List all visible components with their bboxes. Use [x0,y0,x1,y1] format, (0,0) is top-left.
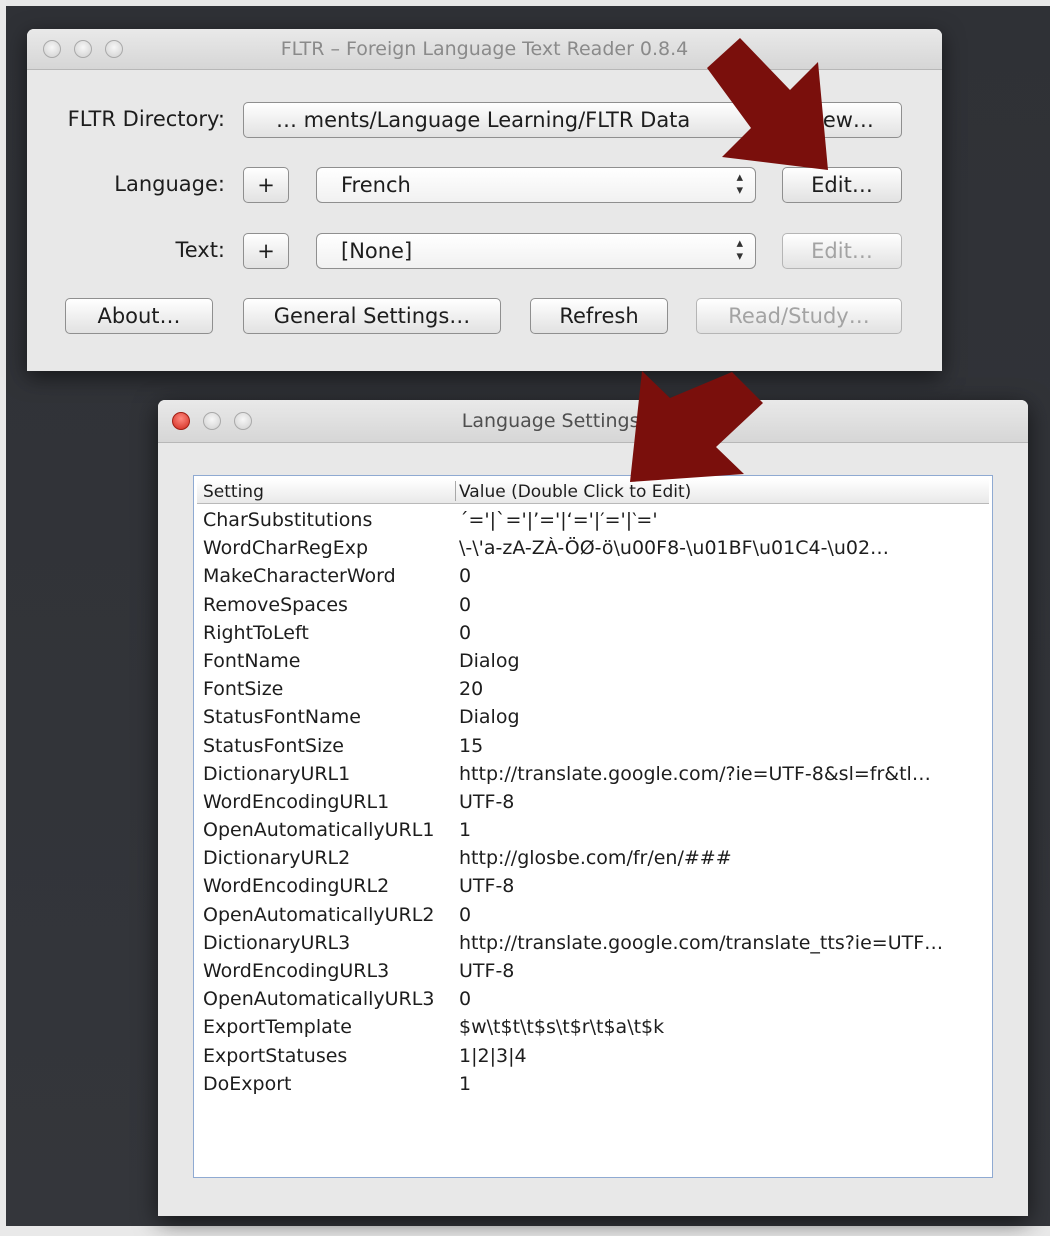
setting-name-cell: WordCharRegExp [203,537,369,560]
setting-name-cell: FontName [203,649,301,672]
setting-value-cell[interactable]: 0 [459,904,989,926]
table-row[interactable]: ExportTemplate $w\t$t\t$s\t$r\t$a\t$k [194,1014,992,1042]
setting-name-cell: WordEncodingURL2 [203,875,390,898]
table-row[interactable]: StatusFontSize 15 [194,733,992,761]
language-select[interactable]: French ▴ ▾ [316,167,756,203]
language-label: Language: [114,172,225,196]
select-arrows-icon: ▴ ▾ [736,170,743,198]
view-button[interactable]: View… [775,102,902,138]
setting-value-cell[interactable]: ´='|`='|’='|‘='|′='|‵=' [459,509,989,531]
table-row[interactable]: RemoveSpaces 0 [194,592,992,620]
language-settings-window: Language Settings – French Setting Value… [158,400,1028,1216]
setting-value-cell[interactable]: 0 [459,622,989,644]
setting-value-cell[interactable]: Dialog [459,706,989,728]
table-row[interactable]: OpenAutomaticallyURL3 0 [194,986,992,1014]
setting-value-cell[interactable]: http://translate.google.com/translate_tt… [459,932,989,954]
setting-value-cell[interactable]: Dialog [459,650,989,672]
setting-name-cell: ExportTemplate [203,1016,352,1039]
setting-value-cell[interactable]: 1|2|3|4 [459,1045,989,1067]
setting-name-cell: ExportStatuses [203,1044,348,1067]
window-title: Language Settings – French [461,410,725,432]
setting-name-cell: CharSubstitutions [203,509,373,531]
setting-name-cell: DictionaryURL2 [203,847,351,870]
text-select-value: [None] [341,239,413,263]
column-header-value[interactable]: Value (Double Click to Edit) [459,482,691,502]
setting-name-cell: MakeCharacterWord [203,565,396,588]
edit-language-button[interactable]: Edit… [782,167,902,203]
window-title: FLTR – Foreign Language Text Reader 0.8.… [280,38,689,60]
table-row[interactable]: CharSubstitutions ´='|`='|’='|‘='|′='|‵=' [194,507,992,535]
language-select-value: French [341,173,411,197]
setting-value-cell[interactable]: UTF-8 [459,960,989,982]
desktop-edge-bottom [0,1226,1050,1236]
setting-name-cell: WordEncodingURL1 [203,790,390,813]
setting-value-cell[interactable]: http://glosbe.com/fr/en/### [459,847,989,869]
column-header-setting[interactable]: Setting [203,482,264,502]
setting-name-cell: DictionaryURL3 [203,931,351,954]
setting-value-cell[interactable]: UTF-8 [459,791,989,813]
setting-name-cell: OpenAutomaticallyURL2 [203,903,435,926]
refresh-button[interactable]: Refresh [530,298,668,334]
table-row[interactable]: WordEncodingURL1 UTF-8 [194,789,992,817]
table-row[interactable]: DictionaryURL1 http://translate.google.co… [194,761,992,789]
table-row[interactable]: FontName Dialog [194,648,992,676]
setting-name-cell: DictionaryURL1 [203,762,351,785]
table-row[interactable]: FontSize 20 [194,676,992,704]
read-study-button[interactable]: Read/Study… [696,298,902,334]
table-row[interactable]: WordCharRegExp \-\'a-zA-ZÀ-ÖØ-ö\u00F8-\u0… [194,535,992,563]
table-row[interactable]: MakeCharacterWord 0 [194,563,992,591]
text-select[interactable]: [None] ▴ ▾ [316,233,756,269]
setting-value-cell[interactable]: 0 [459,988,989,1010]
add-language-button[interactable]: + [243,167,289,203]
setting-name-cell: OpenAutomaticallyURL1 [203,819,435,842]
setting-value-cell[interactable]: 20 [459,678,989,700]
setting-value-cell[interactable]: \-\'a-zA-ZÀ-ÖØ-ö\u00F8-\u01BF\u01C4-\u02… [459,537,989,559]
table-body: CharSubstitutions ´='|`='|’='|‘='|′='|‵='… [194,507,992,1099]
table-row[interactable]: RightToLeft 0 [194,620,992,648]
directory-label: FLTR Directory: [67,107,225,131]
text-label: Text: [175,238,225,262]
edit-text-button[interactable]: Edit… [782,233,902,269]
main-window-titlebar[interactable]: FLTR – Foreign Language Text Reader 0.8.… [27,29,942,70]
setting-name-cell: RightToLeft [203,621,309,644]
select-arrows-icon: ▴ ▾ [736,236,743,264]
setting-value-cell[interactable]: 0 [459,565,989,587]
setting-value-cell[interactable]: $w\t$t\t$s\t$r\t$a\t$k [459,1016,989,1038]
directory-button[interactable]: … ments/Language Learning/FLTR Data [243,102,771,138]
setting-name-cell: RemoveSpaces [203,593,348,616]
about-button[interactable]: About… [65,298,213,334]
table-row[interactable]: DictionaryURL2 http://glosbe.com/fr/en/##… [194,845,992,873]
table-row[interactable]: WordEncodingURL3 UTF-8 [194,958,992,986]
desktop-edge-left [0,0,6,1236]
setting-value-cell[interactable]: 0 [459,594,989,616]
table-row[interactable]: DoExport 1 [194,1071,992,1099]
table-header: Setting Value (Double Click to Edit) [197,479,989,504]
table-row[interactable]: OpenAutomaticallyURL1 1 [194,817,992,845]
setting-name-cell: OpenAutomaticallyURL3 [203,988,435,1011]
setting-name-cell: DoExport [203,1072,292,1095]
table-row[interactable]: OpenAutomaticallyURL2 0 [194,902,992,930]
main-window: FLTR – Foreign Language Text Reader 0.8.… [27,29,942,371]
setting-value-cell[interactable]: 1 [459,819,989,841]
setting-value-cell[interactable]: 15 [459,735,989,757]
settings-table[interactable]: Setting Value (Double Click to Edit) Cha… [193,475,993,1178]
table-row[interactable]: ExportStatuses 1|2|3|4 [194,1043,992,1071]
settings-window-titlebar[interactable]: Language Settings – French [158,400,1028,443]
add-text-button[interactable]: + [243,233,289,269]
setting-value-cell[interactable]: UTF-8 [459,875,989,897]
table-row[interactable]: WordEncodingURL2 UTF-8 [194,873,992,901]
table-row[interactable]: DictionaryURL3 http://translate.google.co… [194,930,992,958]
setting-name-cell: FontSize [203,678,284,701]
setting-name-cell: WordEncodingURL3 [203,960,390,982]
column-divider[interactable] [455,481,456,501]
setting-value-cell[interactable]: 1 [459,1073,989,1095]
setting-value-cell[interactable]: http://translate.google.com/?ie=UTF-8&sl… [459,763,989,785]
setting-name-cell: StatusFontSize [203,734,344,757]
setting-name-cell: StatusFontName [203,706,361,729]
table-row[interactable]: StatusFontName Dialog [194,704,992,732]
general-settings-button[interactable]: General Settings… [243,298,501,334]
